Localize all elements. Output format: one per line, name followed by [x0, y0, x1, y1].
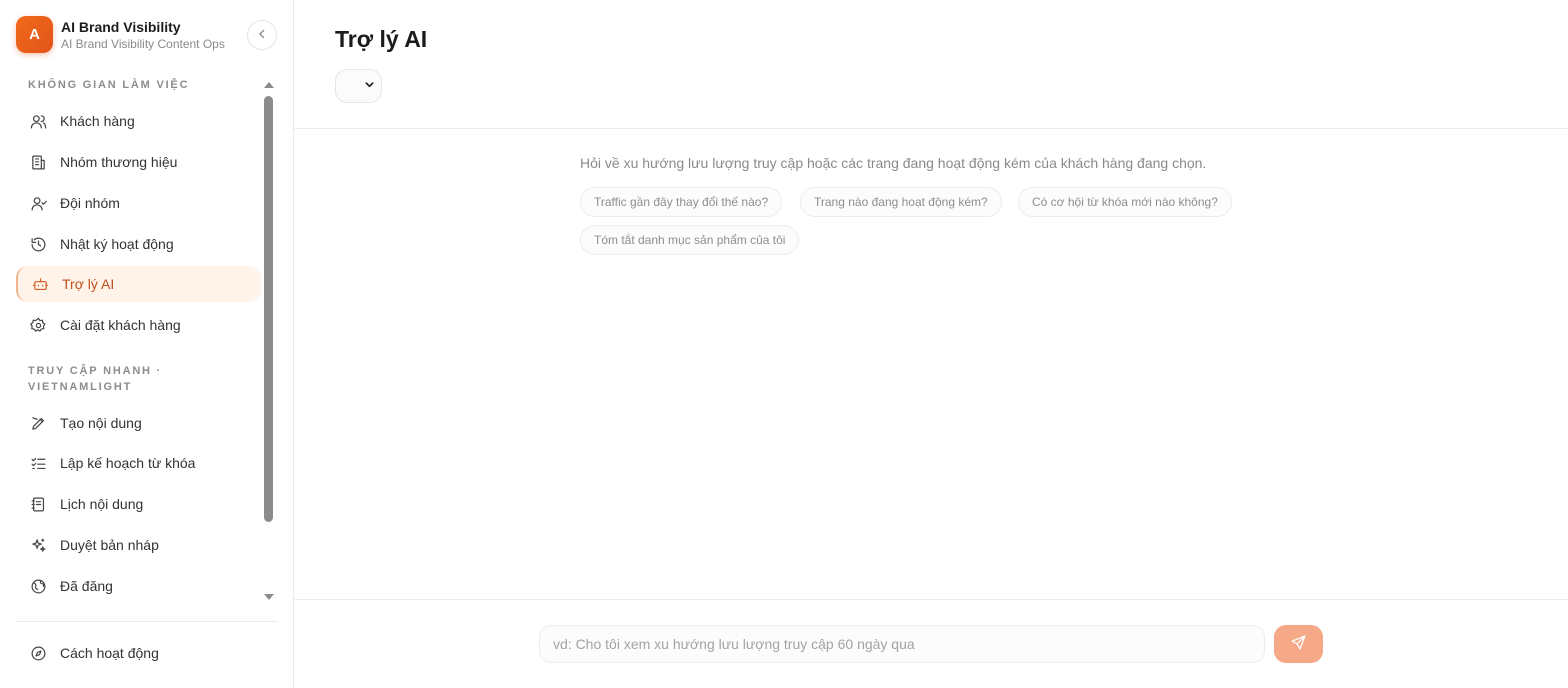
- brand-subtitle: AI Brand Visibility Content Ops: [61, 36, 225, 51]
- checklist-icon: [30, 455, 47, 472]
- sidebar-item-label: Nhóm thương hiệu: [60, 154, 178, 170]
- building-icon: [30, 154, 47, 171]
- chevron-left-icon: [256, 28, 268, 43]
- customer-select[interactable]: [335, 69, 382, 103]
- send-icon: [1290, 634, 1307, 654]
- bot-icon: [32, 276, 49, 293]
- sparkles-icon: [30, 537, 47, 554]
- quick-access-section-label: TRUY CẬP NHANH · VIETNAMLIGHT: [28, 363, 162, 395]
- chat-input[interactable]: [539, 625, 1265, 663]
- suggestion-chip[interactable]: Tóm tắt danh mục sản phẩm của tôi: [580, 225, 800, 255]
- compass-icon: [30, 645, 47, 662]
- brand-title: AI Brand Visibility: [61, 18, 181, 35]
- sidebar: A AI Brand Visibility AI Brand Visibilit…: [0, 0, 294, 688]
- pen-icon: [30, 415, 47, 432]
- suggestion-chip[interactable]: Traffic gần đây thay đổi thế nào?: [580, 187, 783, 217]
- sidebar-item-label: Lập kế hoạch từ khóa: [60, 455, 196, 471]
- header-divider: [294, 128, 1568, 129]
- sidebar-item-create-content[interactable]: Tạo nội dung: [16, 405, 261, 441]
- sidebar-item-team[interactable]: Đội nhóm: [16, 185, 261, 221]
- quick-access-label-line2: VIETNAMLIGHT: [28, 381, 133, 393]
- sidebar-item-label: Duyệt bản nháp: [60, 537, 159, 553]
- collapse-sidebar-button[interactable]: [247, 20, 277, 50]
- user-group-icon: [30, 195, 47, 212]
- sidebar-item-keyword-planning[interactable]: Lập kế hoạch từ khóa: [16, 445, 261, 481]
- sidebar-item-label: Cài đặt khách hàng: [60, 317, 181, 333]
- scroll-up-arrow[interactable]: [264, 82, 274, 88]
- page-title: Trợ lý AI: [335, 26, 428, 52]
- history-icon: [30, 236, 47, 253]
- sidebar-item-label: Cách hoạt động: [60, 645, 159, 661]
- sidebar-item-label: Đội nhóm: [60, 195, 120, 211]
- workspace-section-label: KHÔNG GIAN LÀM VIỆC: [28, 79, 190, 91]
- users-icon: [30, 113, 47, 130]
- sidebar-item-label: Nhật ký hoạt động: [60, 236, 174, 252]
- sidebar-item-content-calendar[interactable]: Lịch nội dung: [16, 486, 261, 522]
- notebook-icon: [30, 496, 47, 513]
- sidebar-item-customers[interactable]: Khách hàng: [16, 103, 261, 139]
- sidebar-item-customer-settings[interactable]: Cài đặt khách hàng: [16, 307, 261, 343]
- composer-divider: [294, 599, 1568, 600]
- chevron-down-icon: [364, 77, 375, 95]
- sidebar-item-activity-log[interactable]: Nhật ký hoạt động: [16, 226, 261, 262]
- sidebar-item-brand-groups[interactable]: Nhóm thương hiệu: [16, 144, 261, 180]
- gear-icon: [30, 317, 47, 334]
- suggestion-chip[interactable]: Trang nào đang hoạt động kém?: [800, 187, 1002, 217]
- sidebar-item-review-drafts[interactable]: Duyệt bản nháp: [16, 527, 261, 563]
- brand: A AI Brand Visibility AI Brand Visibilit…: [16, 16, 225, 53]
- sidebar-item-label: Lịch nội dung: [60, 496, 144, 512]
- sidebar-item-label: Đã đăng: [60, 578, 113, 594]
- scrollbar-thumb[interactable]: [264, 96, 273, 522]
- sidebar-item-label: Khách hàng: [60, 113, 135, 129]
- sidebar-item-ai-assistant[interactable]: Trợ lý AI: [16, 266, 261, 302]
- globe-icon: [30, 578, 47, 595]
- sidebar-item-how-it-works[interactable]: Cách hoạt động: [16, 635, 261, 671]
- sidebar-item-published[interactable]: Đã đăng: [16, 568, 261, 604]
- sidebar-item-label: Trợ lý AI: [62, 276, 115, 292]
- scroll-down-arrow[interactable]: [264, 594, 274, 600]
- sidebar-item-label: Tạo nội dung: [60, 415, 142, 431]
- suggestion-chip[interactable]: Có cơ hội từ khóa mới nào không?: [1018, 187, 1232, 217]
- send-button[interactable]: [1274, 625, 1323, 663]
- brand-logo: A: [16, 16, 53, 53]
- assistant-hint: Hỏi về xu hướng lưu lượng truy cập hoặc …: [580, 155, 1207, 171]
- sidebar-divider: [16, 621, 278, 622]
- quick-access-label-line1: TRUY CẬP NHANH ·: [28, 365, 163, 377]
